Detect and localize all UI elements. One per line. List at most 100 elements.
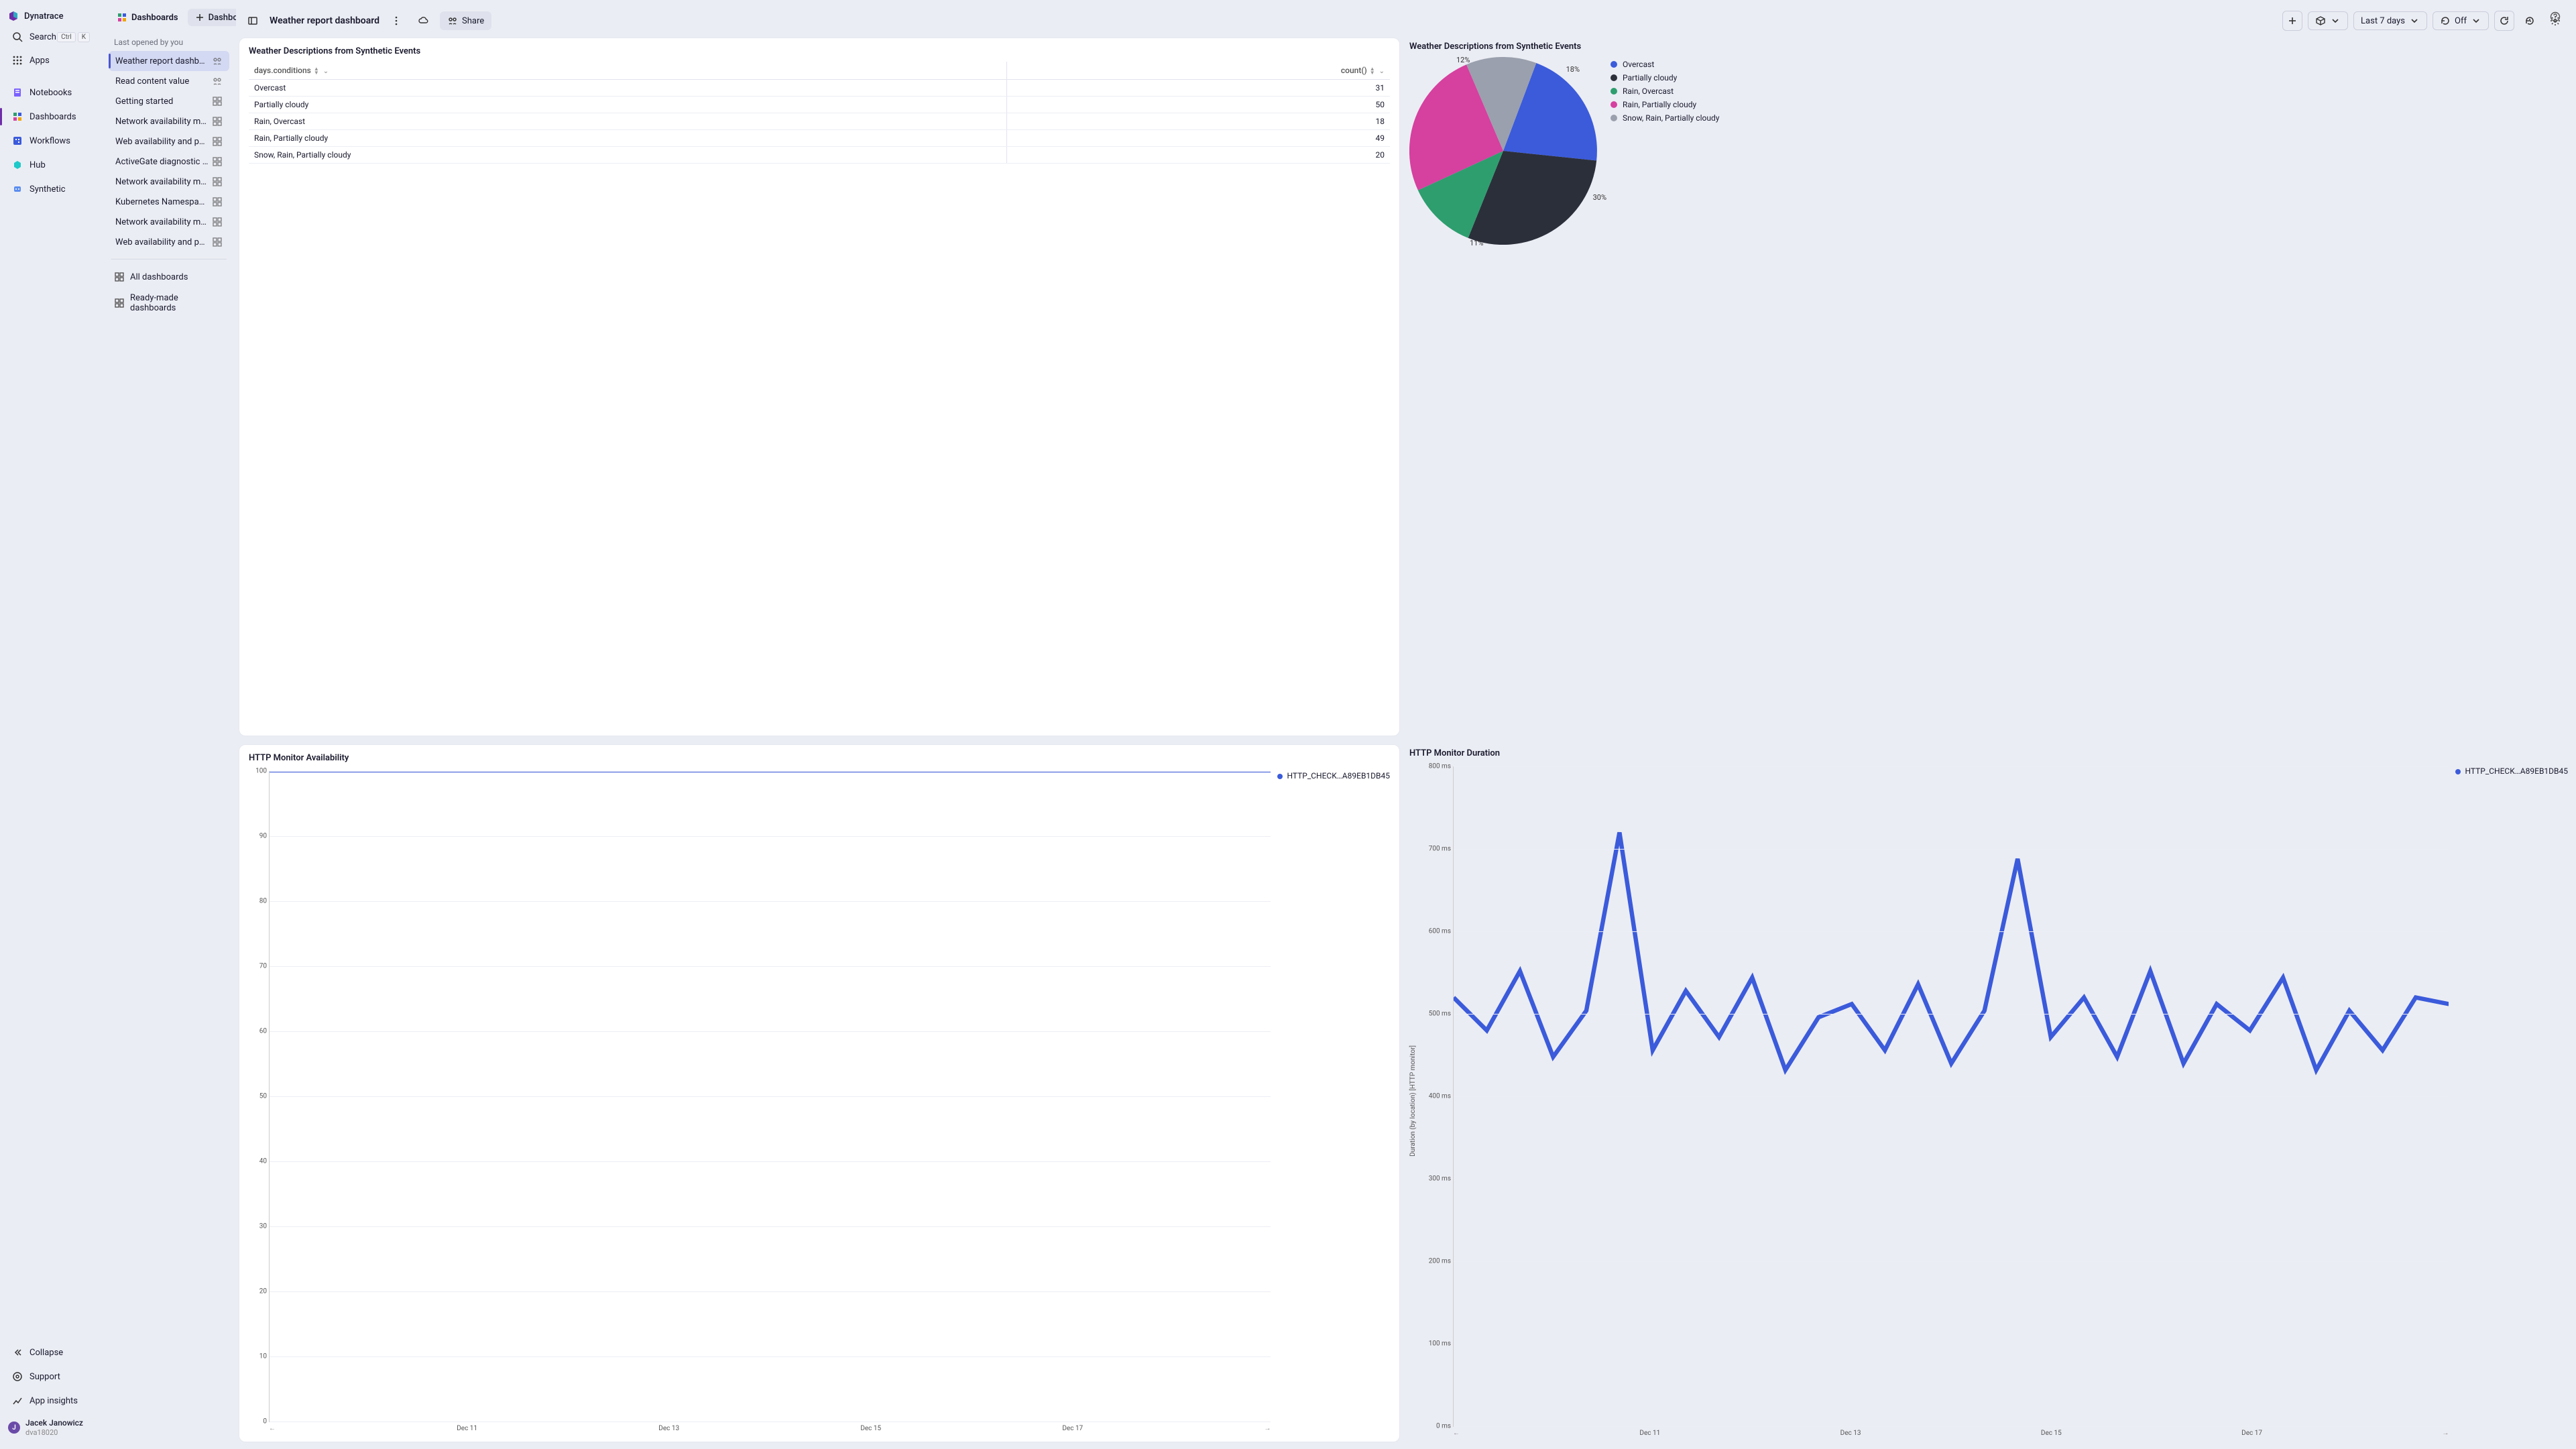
table-row[interactable]: Overcast31 (249, 80, 1390, 97)
share-icon (447, 15, 458, 26)
apps-label: Apps (30, 56, 50, 66)
tile-pie[interactable]: Weather Descriptions from Synthetic Even… (1408, 38, 2569, 736)
dashboard-item[interactable]: Getting started (109, 91, 229, 111)
nav-search[interactable]: Search CtrlK (4, 26, 98, 48)
col-count[interactable]: count()▲▼⌄ (1008, 62, 1390, 80)
tile-title: HTTP Monitor Duration (1409, 748, 2568, 758)
sync-button[interactable] (413, 11, 433, 31)
all-dashboards-link[interactable]: All dashboards (105, 266, 233, 288)
dashboard-item[interactable]: Web availability and perfo… (109, 232, 229, 252)
layout-dropdown[interactable] (2308, 11, 2348, 30)
nav-workflows-label: Workflows (30, 136, 70, 146)
table-row[interactable]: Partially cloudy50 (249, 97, 1390, 113)
legend-item[interactable]: Rain, Overcast (1611, 86, 1719, 96)
brand-label: Dynatrace (24, 11, 64, 21)
chart-legend: HTTP_CHECK…A89EB1DB45 (1277, 768, 1390, 1434)
refresh-button[interactable] (2494, 11, 2514, 31)
nav-user[interactable]: J Jacek Janowicz dva18020 (0, 1413, 102, 1442)
help-icon (2550, 11, 2561, 22)
tile-availability[interactable]: HTTP Monitor Availability 10090807060504… (239, 744, 1400, 1443)
grid-small-icon (114, 298, 125, 308)
ready-made-link[interactable]: Ready-made dashboards (105, 288, 233, 318)
nav-workflows[interactable]: Workflows (4, 129, 98, 152)
more-menu-button[interactable] (386, 11, 406, 31)
grid-icon (212, 136, 223, 147)
shared-icon (212, 56, 223, 66)
cloud-icon (418, 15, 428, 26)
grid-icon (212, 156, 223, 167)
tile-title: HTTP Monitor Availability (249, 753, 1390, 763)
dashboard-item[interactable]: Network availability monit… (109, 172, 229, 192)
brand[interactable]: Dynatrace (0, 7, 102, 25)
legend-swatch (1611, 74, 1617, 81)
notebooks-icon (12, 87, 23, 98)
legend-item[interactable]: Snow, Rain, Partially cloudy (1611, 113, 1719, 123)
dashboard-item[interactable]: Network availability monit… (109, 111, 229, 131)
nav-hub[interactable]: Hub (4, 154, 98, 176)
toggle-panel-button[interactable] (243, 11, 263, 31)
chevron-down-icon (2471, 15, 2481, 26)
nav-app-insights[interactable]: App insights (4, 1389, 98, 1412)
avatar: J (8, 1422, 20, 1434)
share-button[interactable]: Share (440, 11, 491, 30)
nav-notebooks[interactable]: Notebooks (4, 81, 98, 104)
apps-icon (12, 55, 23, 66)
dashboard-item[interactable]: Network availability monit… (109, 212, 229, 232)
chevron-down-icon (2409, 15, 2420, 26)
scroll-left-icon[interactable]: ← (269, 1425, 276, 1432)
dashboard-item[interactable]: Web availability and perfo… (109, 131, 229, 152)
search-label: Search (30, 32, 56, 42)
nav-apps[interactable]: Apps (4, 49, 98, 72)
scroll-left-icon[interactable]: ← (1453, 1430, 1460, 1437)
tile-title: Weather Descriptions from Synthetic Even… (249, 46, 1390, 56)
auto-refresh-dropdown[interactable]: Off (2433, 11, 2489, 30)
tile-table[interactable]: Weather Descriptions from Synthetic Even… (239, 38, 1400, 736)
dashboard-item[interactable]: ActiveGate diagnostic over… (109, 152, 229, 172)
nav-support[interactable]: Support (4, 1365, 98, 1388)
pie-legend: Overcast Partially cloudy Rain, Overcast Ra… (1611, 57, 1719, 123)
duration-plot: 800 ms700 ms600 ms500 ms400 ms300 ms200 … (1453, 766, 2449, 1428)
section-last-opened: Last opened by you (105, 34, 233, 51)
dashboard-item[interactable]: Kubernetes Namespace - … (109, 192, 229, 212)
timeframe-dropdown[interactable]: Last 7 days (2353, 11, 2427, 30)
nav-synthetic-label: Synthetic (30, 184, 66, 194)
table-row[interactable]: Rain, Partially cloudy49 (249, 130, 1390, 147)
search-shortcut: CtrlK (57, 32, 90, 42)
panel-icon (247, 15, 258, 26)
dashboard-list: Weather report dashboard Read content val… (105, 51, 233, 252)
dashboard-item[interactable]: Read content value (109, 71, 229, 91)
nav-synthetic[interactable]: Synthetic (4, 178, 98, 200)
table-row[interactable]: Snow, Rain, Partially cloudy20 (249, 147, 1390, 164)
refresh-icon (2499, 15, 2510, 26)
dashboard-item-name: Weather report dashboard (115, 56, 209, 66)
grid-icon (212, 116, 223, 127)
dashboard-item-name: ActiveGate diagnostic over… (115, 157, 209, 167)
kebab-icon (391, 15, 402, 26)
help-button[interactable] (2545, 7, 2565, 27)
tab-dashboards[interactable]: Dashboards (110, 8, 185, 27)
legend-swatch (1611, 115, 1617, 121)
nav-notebooks-label: Notebooks (30, 88, 72, 98)
nav-dashboards[interactable]: Dashboards (4, 105, 98, 128)
nav-collapse[interactable]: Collapse (4, 1341, 98, 1364)
dashboard-item[interactable]: Weather report dashboard (109, 51, 229, 71)
history-button[interactable] (2520, 11, 2540, 31)
legend-item[interactable]: Overcast (1611, 60, 1719, 69)
grid-outline-icon (114, 272, 125, 282)
main-content: Weather report dashboard Share Last 7 da… (236, 0, 2576, 1449)
scroll-right-icon[interactable]: → (2442, 1430, 2449, 1437)
table-row[interactable]: Rain, Overcast18 (249, 113, 1390, 130)
user-id: dva18020 (25, 1428, 83, 1437)
history-icon (2524, 15, 2535, 26)
search-icon (12, 32, 23, 42)
col-conditions[interactable]: days.conditions▲▼⌄ (249, 62, 1007, 80)
legend-swatch (1611, 101, 1617, 108)
legend-item[interactable]: Partially cloudy (1611, 73, 1719, 82)
legend-item[interactable]: Rain, Partially cloudy (1611, 100, 1719, 109)
tile-duration[interactable]: HTTP Monitor Duration Duration (by locat… (1408, 744, 2569, 1443)
support-label: Support (30, 1372, 60, 1382)
add-tile-button[interactable] (2282, 11, 2302, 31)
scroll-right-icon[interactable]: → (1264, 1425, 1271, 1432)
user-name: Jacek Janowicz (25, 1418, 83, 1428)
dashboard-item-name: Read content value (115, 76, 189, 86)
